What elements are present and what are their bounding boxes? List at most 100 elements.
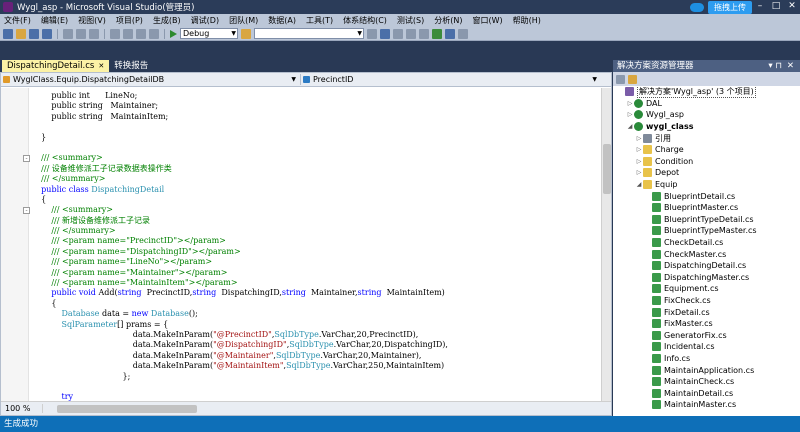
menu-file[interactable]: 文件(F) (4, 15, 31, 26)
type-value: WyglClass.Equip.DispatchingDetailDB (13, 75, 165, 84)
tree-node[interactable]: Equipment.cs (613, 283, 800, 295)
expand-arrow-icon[interactable]: ◢ (626, 123, 634, 130)
save-icon[interactable] (29, 28, 39, 39)
close-button[interactable]: ✕ (784, 0, 800, 13)
cut-icon[interactable] (63, 28, 73, 39)
zoom-level[interactable]: 100 % (1, 404, 43, 413)
properties-icon[interactable] (616, 74, 625, 84)
tab-conversion-report[interactable]: 转换报告 (109, 60, 153, 72)
toolbar-options-icon[interactable] (458, 28, 468, 39)
pin-icon[interactable]: ▾ ⊓ (768, 60, 782, 72)
menu-help[interactable]: 帮助(H) (513, 15, 541, 26)
tree-node[interactable]: MaintainApplication.cs (613, 364, 800, 376)
navigate-back-icon[interactable] (136, 28, 146, 39)
tree-node[interactable]: BlueprintMaster.cs (613, 202, 800, 214)
menu-view[interactable]: 视图(V) (78, 15, 106, 26)
code-area[interactable]: public int LineNo; public string Maintai… (1, 88, 601, 401)
cs-icon (652, 353, 661, 363)
navigate-forward-icon[interactable] (149, 28, 159, 39)
cloud-upload-button[interactable]: 拖拽上传 (690, 0, 752, 14)
tree-node[interactable]: BlueprintTypeDetail.cs (613, 214, 800, 226)
menu-data[interactable]: 数据(A) (268, 15, 296, 26)
close-icon[interactable]: ✕ (787, 60, 794, 72)
menu-edit[interactable]: 编辑(E) (41, 15, 68, 26)
vertical-scrollbar[interactable] (601, 88, 611, 401)
new-project-icon[interactable] (3, 28, 13, 39)
properties-icon[interactable] (393, 28, 403, 39)
tree-node-label: FixCheck.cs (664, 295, 711, 305)
tree-node[interactable]: ▷ Wygl_asp (613, 109, 800, 121)
code-token: { (31, 194, 47, 204)
solution-explorer-icon[interactable] (380, 28, 390, 39)
tab-dispatchingdetail[interactable]: DispatchingDetail.cs ✕ (2, 60, 110, 72)
tree-node[interactable]: 解决方案'Wygl_asp' (3 个项目) (613, 86, 800, 99)
tree-node[interactable]: GeneratorFix.cs (613, 329, 800, 341)
show-all-files-icon[interactable] (628, 74, 637, 84)
tree-node[interactable]: Incidental.cs (613, 341, 800, 353)
tree-node[interactable]: ◢ Equip (613, 179, 800, 191)
find-in-files-icon[interactable] (241, 28, 251, 39)
menu-analyze[interactable]: 分析(N) (434, 15, 462, 26)
tree-node[interactable]: FixMaster.cs (613, 318, 800, 330)
horizontal-scrollbar-thumb[interactable] (57, 404, 197, 413)
tree-node[interactable]: CheckDetail.cs (613, 237, 800, 249)
tree-node[interactable]: ▷ DAL (613, 98, 800, 110)
tree-node[interactable]: MaintainDetail.cs (613, 387, 800, 399)
close-icon[interactable]: ✕ (98, 61, 104, 71)
toolbox-icon[interactable] (419, 28, 429, 39)
undo-icon[interactable] (110, 28, 120, 39)
expand-arrow-icon[interactable]: ◢ (635, 181, 643, 188)
type-dropdown[interactable]: WyglClass.Equip.DispatchingDetailDB ▼ (1, 74, 301, 85)
tree-node[interactable]: ▷ Charge (613, 144, 800, 156)
expand-arrow-icon[interactable]: ▷ (635, 169, 643, 176)
expand-arrow-icon[interactable]: ▷ (635, 158, 643, 165)
object-browser-icon[interactable] (406, 28, 416, 39)
find-combo[interactable]: ▼ (254, 28, 364, 39)
save-all-icon[interactable] (42, 28, 52, 39)
tree-node[interactable]: ▷ 引用 (613, 132, 800, 144)
menu-architecture[interactable]: 体系结构(C) (343, 15, 387, 26)
collapse-icon[interactable]: - (23, 207, 30, 215)
tree-node[interactable]: Info.cs (613, 353, 800, 365)
code-token: string (192, 288, 217, 298)
cs-icon (652, 238, 661, 248)
minimize-button[interactable]: – (752, 0, 768, 13)
cs-icon (652, 203, 661, 213)
tree-node[interactable]: BlueprintDetail.cs (613, 190, 800, 202)
redo-icon[interactable] (123, 28, 133, 39)
scrollbar-thumb[interactable] (603, 144, 611, 194)
menu-window[interactable]: 窗口(W) (472, 15, 502, 26)
tree-node[interactable]: ▷ Condition (613, 156, 800, 168)
tree-node[interactable]: ◢ wygl_class (613, 121, 800, 133)
paste-icon[interactable] (89, 28, 99, 39)
tree-node[interactable]: MaintainCheck.cs (613, 376, 800, 388)
tree-node[interactable]: FixDetail.cs (613, 306, 800, 318)
tree-node[interactable]: DispatchingMaster.cs (613, 272, 800, 284)
menu-debug[interactable]: 调试(D) (191, 15, 219, 26)
menu-build[interactable]: 生成(B) (153, 15, 181, 26)
copy-icon[interactable] (76, 28, 86, 39)
expand-arrow-icon[interactable]: ▷ (626, 100, 634, 107)
menu-team[interactable]: 团队(M) (229, 15, 258, 26)
solution-configuration-dropdown[interactable]: Debug ▼ (180, 28, 238, 39)
tree-node[interactable]: ▷ Depot (613, 167, 800, 179)
start-page-icon[interactable] (432, 28, 442, 39)
expand-arrow-icon[interactable]: ▷ (635, 135, 643, 142)
expand-arrow-icon[interactable]: ▷ (635, 146, 643, 153)
maximize-button[interactable]: □ (768, 0, 784, 13)
collapse-icon[interactable]: - (23, 155, 30, 163)
find-icon[interactable] (367, 28, 377, 39)
tree-node[interactable]: MaintainMaster.cs (613, 399, 800, 411)
member-dropdown[interactable]: PrecinctID ▼ (301, 74, 601, 85)
tree-node[interactable]: FixCheck.cs (613, 295, 800, 307)
tree-node[interactable]: BlueprintTypeMaster.cs (613, 225, 800, 237)
menu-test[interactable]: 测试(S) (397, 15, 424, 26)
menu-tools[interactable]: 工具(T) (306, 15, 333, 26)
tree-node[interactable]: DispatchingDetail.cs (613, 260, 800, 272)
menu-project[interactable]: 项目(P) (116, 15, 143, 26)
start-debugging-icon[interactable] (170, 29, 177, 38)
expand-arrow-icon[interactable]: ▷ (626, 111, 634, 118)
extension-manager-icon[interactable] (445, 28, 455, 39)
tree-node[interactable]: CheckMaster.cs (613, 248, 800, 260)
open-file-icon[interactable] (16, 28, 26, 39)
